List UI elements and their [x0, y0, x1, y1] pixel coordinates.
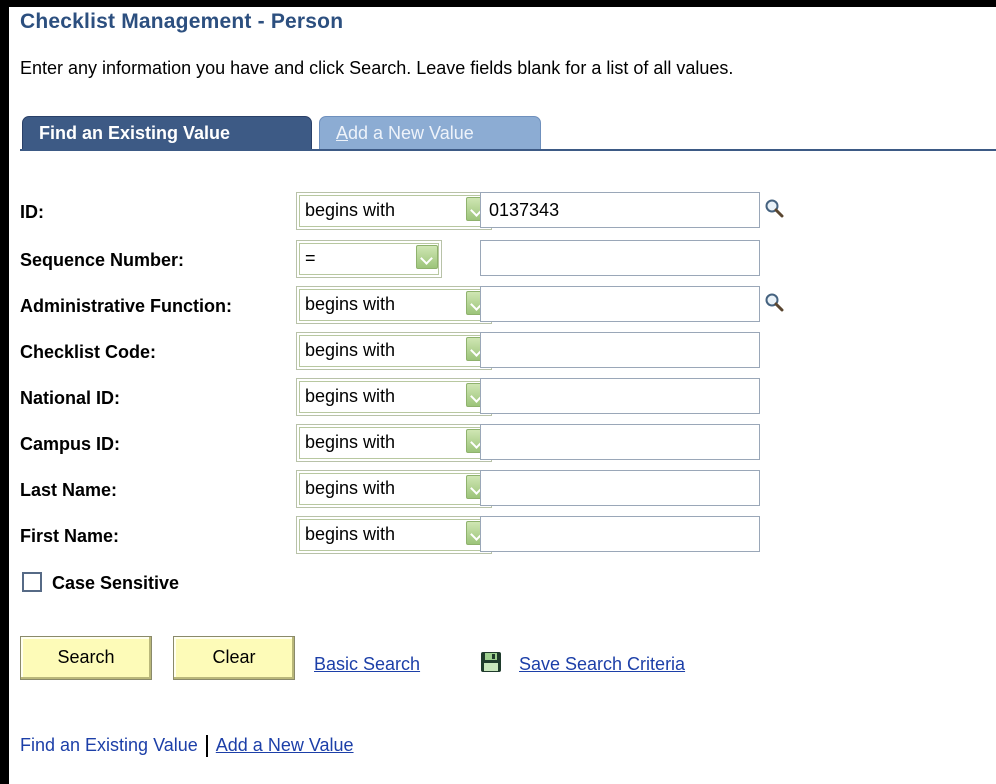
last-name-input[interactable]: [480, 470, 760, 506]
operator-select[interactable]: begins with: [296, 192, 492, 230]
search-row-first-name: First Name: begins with: [20, 516, 820, 556]
operator-select[interactable]: begins with: [296, 286, 492, 324]
search-row-checklist-code: Checklist Code: begins with: [20, 332, 820, 372]
tab-add-new-value[interactable]: Add a New Value: [319, 116, 541, 150]
field-label: Campus ID:: [20, 434, 121, 454]
operator-value: =: [305, 248, 316, 268]
first-name-input[interactable]: [480, 516, 760, 552]
footer-find-existing-value[interactable]: Find an Existing Value: [20, 735, 198, 755]
field-label: ID:: [20, 202, 44, 222]
case-sensitive-checkbox[interactable]: [22, 572, 42, 592]
search-row-campus-id: Campus ID: begins with: [20, 424, 820, 464]
window-frame-left: [0, 0, 9, 784]
operator-value: begins with: [305, 524, 396, 544]
instructions-text: Enter any information you have and click…: [20, 58, 734, 78]
operator-value: begins with: [305, 386, 396, 406]
id-input[interactable]: [480, 192, 760, 228]
campus-id-input[interactable]: [480, 424, 760, 460]
tab-find-existing-value[interactable]: Find an Existing Value: [22, 116, 312, 150]
operator-value: begins with: [305, 432, 396, 452]
basic-search-link[interactable]: Basic Search: [314, 654, 420, 675]
footer-add-new-value-link[interactable]: Add a New Value: [216, 735, 354, 755]
sequence-number-input[interactable]: [480, 240, 760, 276]
page-title: Checklist Management - Person: [20, 10, 344, 33]
floppy-disk-icon[interactable]: [480, 651, 502, 673]
field-label: Checklist Code:: [20, 342, 157, 362]
operator-select[interactable]: begins with: [296, 470, 492, 508]
magnifier-icon[interactable]: [764, 292, 784, 312]
field-label: Last Name:: [20, 480, 118, 500]
search-button[interactable]: Search: [20, 636, 152, 680]
chevron-down-icon[interactable]: [416, 245, 438, 269]
tab-access-key: A: [336, 123, 349, 143]
footer-nav: Find an Existing Value Add a New Value: [20, 735, 354, 758]
clear-button[interactable]: Clear: [173, 636, 295, 680]
footer-separator: [205, 735, 208, 758]
field-label: National ID:: [20, 388, 121, 408]
search-row-national-id: National ID: begins with: [20, 378, 820, 418]
magnifier-icon[interactable]: [764, 198, 784, 218]
tab-divider: [20, 149, 996, 151]
search-row-administrative-function: Administrative Function: begins with: [20, 286, 820, 326]
operator-select[interactable]: begins with: [296, 516, 492, 554]
operator-value: begins with: [305, 340, 396, 360]
search-row-id: ID: begins with: [20, 192, 820, 232]
national-id-input[interactable]: [480, 378, 760, 414]
operator-select[interactable]: begins with: [296, 378, 492, 416]
search-row-last-name: Last Name: begins with: [20, 470, 820, 510]
operator-select[interactable]: begins with: [296, 332, 492, 370]
field-label: Sequence Number:: [20, 250, 185, 270]
operator-value: begins with: [305, 200, 396, 220]
operator-select[interactable]: =: [296, 240, 442, 278]
operator-value: begins with: [305, 294, 396, 314]
administrative-function-input[interactable]: [480, 286, 760, 322]
checklist-code-input[interactable]: [480, 332, 760, 368]
search-row-sequence-number: Sequence Number: =: [20, 240, 820, 280]
tab-label: Find an Existing Value: [39, 123, 231, 143]
tab-label: dd a New Value: [348, 123, 474, 143]
case-sensitive-label: Case Sensitive: [52, 573, 180, 593]
field-label: First Name:: [20, 526, 120, 546]
operator-value: begins with: [305, 478, 396, 498]
window-frame-top: [0, 0, 996, 7]
save-search-criteria-link[interactable]: Save Search Criteria: [519, 654, 685, 675]
operator-select[interactable]: begins with: [296, 424, 492, 462]
field-label: Administrative Function:: [20, 296, 233, 316]
